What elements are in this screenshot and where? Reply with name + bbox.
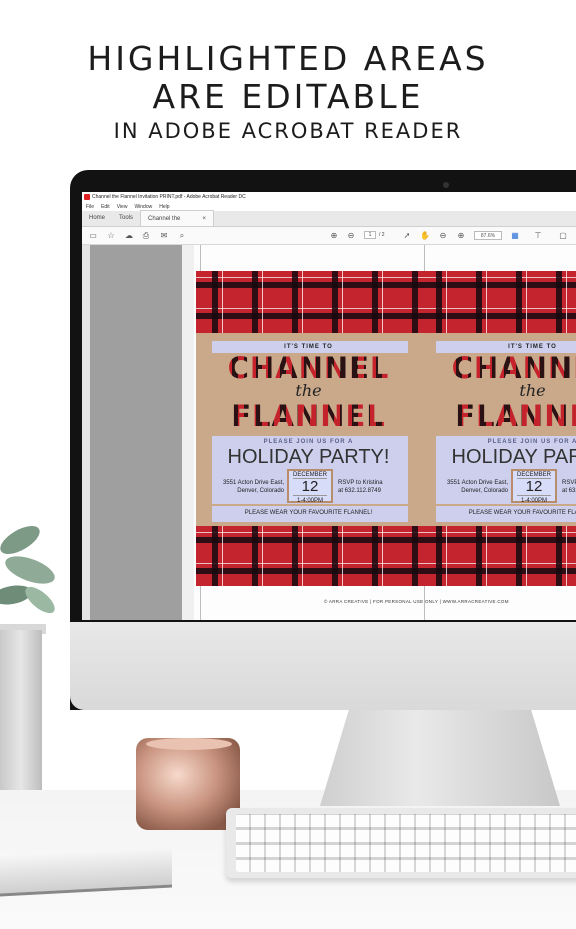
crop-mark: [200, 585, 201, 620]
hand-tool-icon[interactable]: ✋: [420, 231, 430, 241]
invitation-card: IT'S TIME TO CHANNEL the FLANNEL PLEASE …: [420, 271, 576, 586]
menu-edit[interactable]: Edit: [101, 204, 110, 210]
menu-view[interactable]: View: [117, 204, 128, 210]
page-navigator: 1 / 2: [364, 231, 385, 239]
save-icon[interactable]: ▭: [88, 231, 98, 241]
channel-text: CHANNEL: [420, 353, 576, 383]
tab-document[interactable]: Channel the Flanne... ×: [140, 210, 215, 238]
navigation-pane-strip[interactable]: [82, 245, 90, 620]
stamp-icon[interactable]: ⊤: [533, 231, 543, 241]
plaid-border-bottom: [420, 526, 576, 586]
page-view-icon[interactable]: ▦: [510, 231, 520, 241]
tab-home[interactable]: Home: [82, 210, 112, 226]
zoom-in-icon[interactable]: ⊕: [456, 231, 466, 241]
headline-line-1: HIGHLIGHTED AREAS: [87, 39, 489, 78]
join-text: PLEASE JOIN US FOR A: [263, 439, 354, 445]
rsvp-line-1: RSVP to Kristina: [338, 480, 383, 486]
invitation-card: IT'S TIME TO CHANNEL the FLANNEL PLEASE …: [196, 271, 421, 586]
date-day: 12: [293, 478, 327, 496]
tab-document-label: Channel the Flanne...: [148, 216, 181, 238]
rsvp-line-1: RSVP to Kristina: [562, 480, 576, 486]
party-text: HOLIDAY PARTY!: [227, 446, 390, 468]
search-icon[interactable]: ⌕: [177, 231, 187, 241]
channel-text: CHANNEL: [196, 353, 421, 383]
address-block: 3551 Acton Drive East, Denver, Colorado: [206, 479, 284, 495]
join-text: PLEASE JOIN US FOR A: [487, 439, 576, 445]
side-panel: [90, 245, 182, 620]
comment-icon[interactable]: ▢: [558, 231, 568, 241]
address-block: 3551 Acton Drive East, Denver, Colorado: [430, 479, 508, 495]
rsvp-line-2: at 632.112.8749: [562, 488, 576, 494]
title-bar: Channel the Flannel Invitation PRINT.pdf…: [82, 192, 576, 202]
camera: [443, 182, 449, 188]
plant-pot: [0, 630, 42, 790]
window-title: Channel the Flannel Invitation PRINT.pdf…: [92, 194, 246, 200]
toolbar: ▭ ☆ ☁ ⎙ ✉ ⌕ ⊕ ⊖ 1 / 2 ➚ ✋ ⊖ ⊕ 87.6% ▦ ⊤ …: [82, 227, 576, 245]
tab-bar: Home Tools Channel the Flanne... ×: [82, 210, 576, 238]
date-day: 12: [517, 478, 551, 496]
headline: HIGHLIGHTED AREAS ARE EDITABLE IN ADOBE …: [0, 40, 576, 146]
wear-text: PLEASE WEAR YOUR FAVOURITE FLANNEL!: [244, 510, 373, 516]
party-text: HOLIDAY PARTY!: [451, 446, 576, 468]
headline-line-3: IN ADOBE ACROBAT READER: [113, 119, 463, 143]
pdf-icon: [84, 194, 90, 200]
monitor-chin: [70, 622, 576, 710]
plaid-border-top: [420, 271, 576, 333]
screen: Channel the Flannel Invitation PRINT.pdf…: [82, 192, 576, 620]
zoom-out-icon[interactable]: ⊖: [438, 231, 448, 241]
address-line-1: 3551 Acton Drive East,: [446, 480, 508, 486]
page-total: / 2: [379, 232, 385, 238]
date-time: 1-4:00PM: [520, 498, 547, 504]
email-icon[interactable]: ✉: [159, 231, 169, 241]
rsvp-line-2: at 632.112.8749: [338, 488, 381, 494]
footer-text: © ARRA CREATIVE | FOR PERSONAL USE ONLY …: [324, 599, 509, 604]
the-text: the: [519, 381, 546, 400]
page-up-icon[interactable]: ⊕: [329, 231, 339, 241]
document-area: IT'S TIME TO CHANNEL the FLANNEL PLEASE …: [194, 245, 576, 620]
rsvp-block: RSVP to Kristina at 632.112.8749: [338, 479, 383, 495]
print-icon[interactable]: ⎙: [141, 231, 151, 241]
the-text: the: [295, 381, 322, 400]
keyboard-keys: [236, 814, 576, 872]
candle-rim: [146, 738, 232, 750]
monitor-stand: [320, 710, 560, 806]
its-time-text: IT'S TIME TO: [508, 344, 557, 350]
plaid-border-top: [196, 271, 421, 333]
menu-help[interactable]: Help: [159, 204, 169, 210]
headline-line-2: ARE EDITABLE: [152, 77, 424, 116]
its-time-text: IT'S TIME TO: [284, 344, 333, 350]
address-line-2: Denver, Colorado: [237, 488, 284, 494]
page-down-icon[interactable]: ⊖: [346, 231, 356, 241]
menu-file[interactable]: File: [86, 204, 94, 210]
date-time: 1-4:00PM: [296, 498, 323, 504]
address-line-1: 3551 Acton Drive East,: [222, 480, 284, 486]
plaid-border-bottom: [196, 526, 421, 586]
rsvp-block: RSVP to Kristina at 632.112.8749: [562, 479, 576, 495]
close-icon[interactable]: ×: [203, 211, 207, 226]
upload-cloud-icon[interactable]: ☁: [124, 231, 134, 241]
select-cursor-icon[interactable]: ➚: [402, 231, 412, 241]
bookmark-star-icon[interactable]: ☆: [106, 231, 116, 241]
address-line-2: Denver, Colorado: [461, 488, 508, 494]
date-box[interactable]: DECEMBER 12 1-4:00PM: [287, 469, 333, 504]
date-box[interactable]: DECEMBER 12 1-4:00PM: [511, 469, 557, 504]
page-number-field[interactable]: 1: [364, 231, 376, 239]
wear-text: PLEASE WEAR YOUR FAVOURITE FLANNEL!: [468, 510, 576, 516]
flannel-text: FLANNEL: [420, 401, 576, 431]
menu-window[interactable]: Window: [134, 204, 152, 210]
flannel-text: FLANNEL: [196, 401, 421, 431]
rose-gold-candle: [136, 738, 240, 830]
tab-tools[interactable]: Tools: [112, 210, 140, 226]
zoom-select[interactable]: 87.6%: [474, 231, 502, 240]
